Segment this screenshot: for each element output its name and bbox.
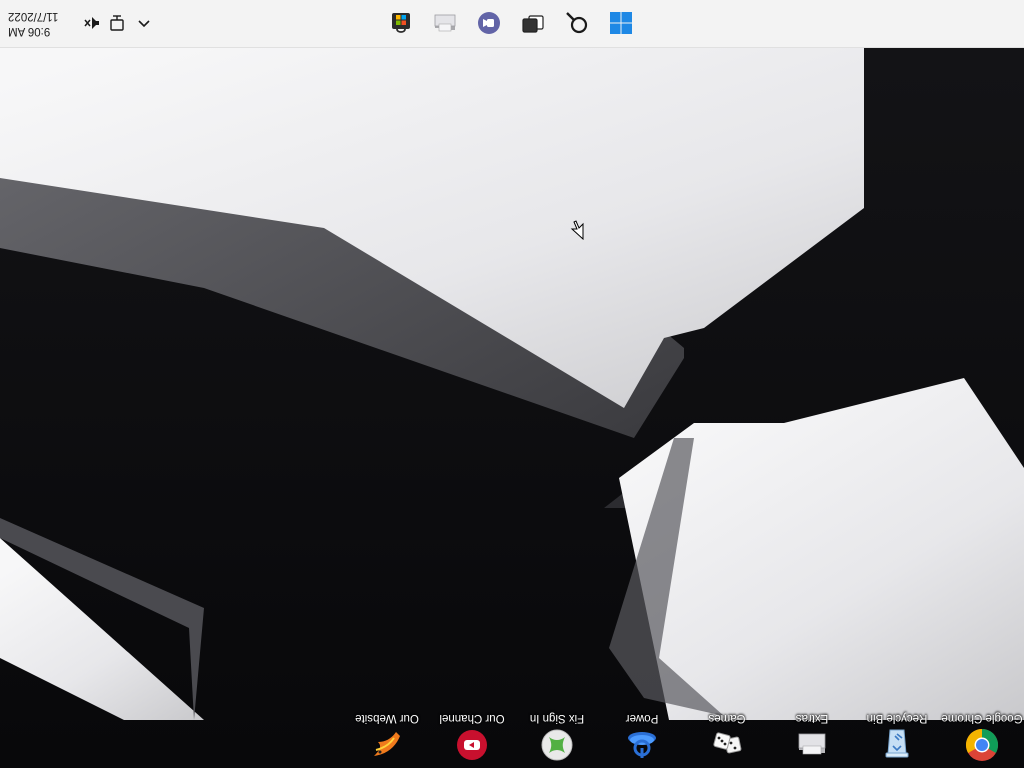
xbox-icon — [541, 729, 573, 761]
taskbar-clock[interactable]: 9:06 AM 11/7/2022 — [8, 7, 72, 39]
desktop-icon-label: Fix Sign In — [529, 712, 585, 724]
show-hidden-icons-button[interactable] — [132, 11, 156, 35]
mouse-cursor — [570, 220, 584, 240]
teams-chat-icon — [478, 12, 500, 34]
desktop-icon-power[interactable]: Power — [600, 696, 684, 768]
desktop-icon-our-website[interactable]: Our Website — [345, 696, 429, 768]
desktop-icon-games[interactable]: Games — [685, 696, 769, 768]
taskbar: 9:06 AM 11/7/2022 — [0, 0, 1024, 48]
desktop-icon-recycle-bin[interactable]: Recycle Bin — [855, 696, 939, 768]
youtube-icon — [457, 730, 487, 760]
store-icon — [392, 13, 410, 33]
website-bird-icon — [374, 732, 400, 756]
network-button[interactable] — [104, 11, 128, 35]
desktop-screen: Google Chrome Recycle Bin Extras Games P… — [0, 0, 1024, 768]
folder-icon — [434, 14, 456, 32]
windows-logo-icon — [610, 12, 632, 34]
power-icon — [628, 732, 656, 758]
desktop-icon-label: Recycle Bin — [866, 712, 928, 724]
desktop-icon-our-channel[interactable]: Our Channel — [430, 696, 514, 768]
games-dice-icon — [713, 732, 742, 754]
desktop-icon-label: Games — [708, 712, 746, 724]
task-view-icon — [522, 15, 544, 33]
desktop-icon-fix-sign-in[interactable]: Fix Sign In — [515, 696, 599, 768]
desktop-icon-label: Google Chrome — [941, 712, 1023, 724]
desktop-icon-label: Power — [625, 712, 659, 724]
teams-chat-button[interactable] — [473, 7, 505, 39]
desktop-wallpaper — [0, 0, 1024, 768]
desktop-icon-extras[interactable]: Extras — [770, 696, 854, 768]
file-explorer-button[interactable] — [429, 7, 461, 39]
volume-button[interactable] — [80, 11, 104, 35]
search-icon — [566, 12, 588, 34]
desktop-icon-label: Our Channel — [439, 712, 505, 724]
search-button[interactable] — [561, 7, 593, 39]
clock-date: 11/7/2022 — [8, 10, 59, 22]
folder-icon — [798, 733, 826, 755]
desktop-icon-label: Our Website — [355, 712, 419, 724]
chevron-up-icon — [138, 20, 150, 28]
network-icon — [110, 15, 124, 31]
chrome-icon — [965, 728, 999, 761]
start-button[interactable] — [605, 7, 637, 39]
recycle-bin-icon — [885, 729, 909, 758]
microsoft-store-button[interactable] — [385, 7, 417, 39]
clock-time: 9:06 AM — [8, 25, 51, 37]
volume-muted-icon — [84, 17, 99, 29]
desktop-icon-google-chrome[interactable]: Google Chrome — [940, 696, 1024, 768]
task-view-button[interactable] — [517, 7, 549, 39]
desktop-icon-label: Extras — [795, 712, 829, 724]
